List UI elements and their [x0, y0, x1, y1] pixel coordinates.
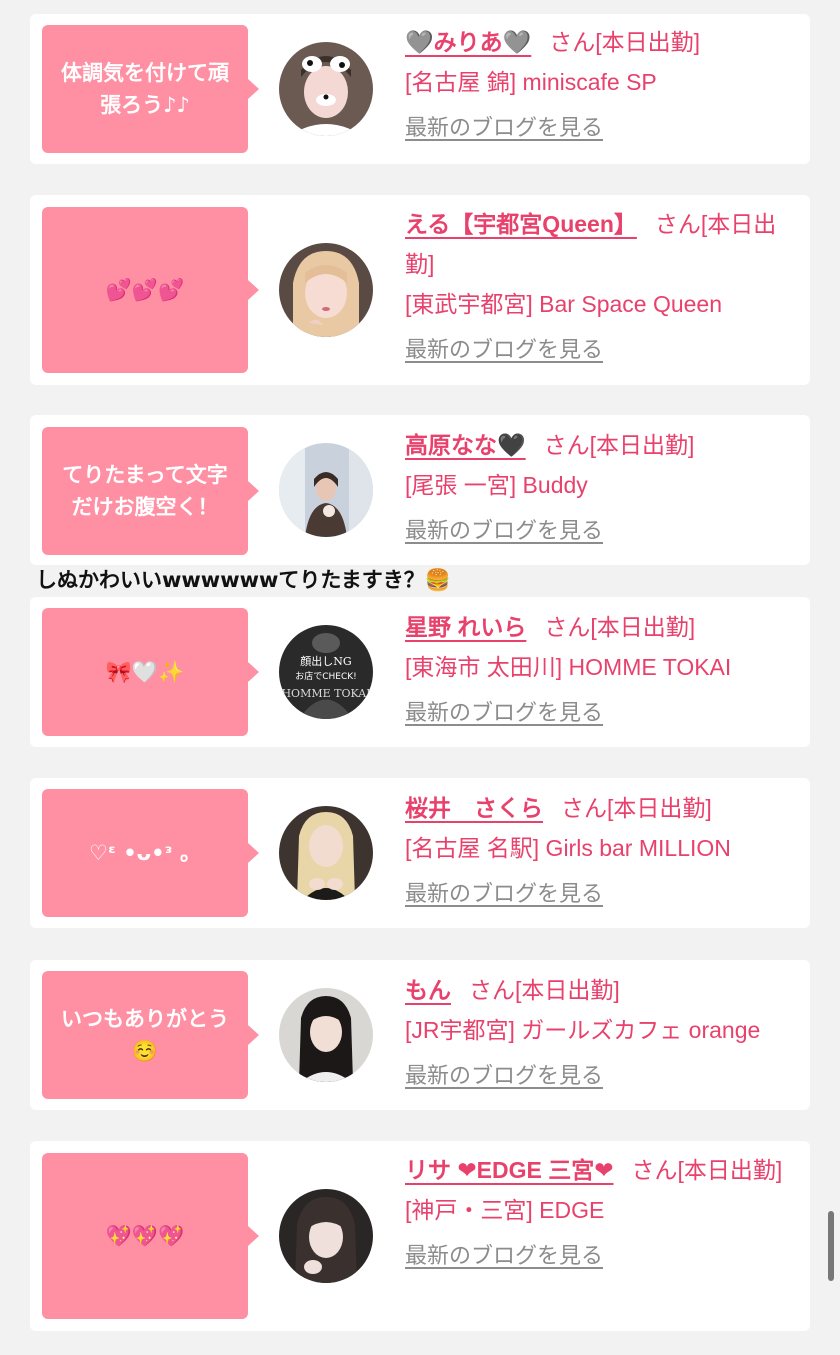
user-info: 🩶みりあ🩶 さん[本日出勤] [名古屋 錦] miniscafe SP 最新のブロ… — [405, 22, 797, 148]
blog-link[interactable]: 最新のブログを見る — [405, 1056, 603, 1096]
avatar[interactable] — [279, 243, 373, 337]
attendance-label: さん[本日出勤] — [631, 1157, 783, 1183]
avatar-photo-icon — [279, 1189, 373, 1283]
user-card: いつもありがとう☺️ もん さん[本日出勤] [JR宇都宮] ガールズカフェ or… — [30, 960, 810, 1110]
svg-text:顔出しNG: 顔出しNG — [300, 654, 351, 668]
avatar-photo-icon — [279, 806, 373, 900]
user-card: てりたまって文字だけお腹空く！ 高原なな🖤 さん[本日出勤] [尾張 一宮] Bu… — [30, 415, 810, 565]
blog-link[interactable]: 最新のブログを見る — [405, 330, 603, 370]
avatar[interactable] — [279, 988, 373, 1082]
shop-label: [神戸・三宮] EDGE — [405, 1197, 605, 1223]
user-name-link[interactable]: 星野 れいら — [405, 614, 526, 640]
user-info: もん さん[本日出勤] [JR宇都宮] ガールズカフェ orange 最新のブログ… — [405, 970, 797, 1096]
shop-label: [尾張 一宮] Buddy — [405, 472, 588, 498]
attendance-label: さん[本日出勤] — [543, 432, 695, 458]
shop-label: [JR宇都宮] ガールズカフェ orange — [405, 1017, 761, 1043]
name-row: もん さん[本日出勤] — [405, 970, 797, 1010]
avatar[interactable] — [279, 443, 373, 537]
attendance-label: さん[本日出勤] — [561, 795, 712, 821]
avatar-photo-icon — [279, 42, 373, 136]
user-card: 体調気を付けて頑張ろう♪♪ 🩶みりあ🩶 さん[本日出勤] [名古屋 錦] mini… — [30, 14, 810, 164]
blog-link[interactable]: 最新のブログを見る — [405, 511, 603, 551]
scrollbar[interactable] — [828, 1211, 834, 1281]
overlay-comment: しぬかわいいwwwwwwてりたますき？🍔 — [36, 568, 451, 592]
user-name-link[interactable]: 🩶みりあ🩶 — [405, 29, 531, 55]
avatar-photo-icon — [279, 988, 373, 1082]
avatar[interactable] — [279, 1189, 373, 1283]
name-row: 星野 れいら さん[本日出勤] — [405, 607, 797, 647]
user-name-link[interactable]: リサ ❤EDGE 三宮❤ — [405, 1157, 614, 1183]
name-row: 🩶みりあ🩶 さん[本日出勤] — [405, 22, 797, 62]
svg-text:HOMME TOKAI: HOMME TOKAI — [281, 687, 370, 700]
avatar[interactable] — [279, 42, 373, 136]
user-info: 高原なな🖤 さん[本日出勤] [尾張 一宮] Buddy 最新のブログを見る — [405, 425, 797, 551]
name-row: リサ ❤EDGE 三宮❤ さん[本日出勤] — [405, 1150, 797, 1190]
shop-label: [名古屋 名駅] Girls bar MILLION — [405, 835, 731, 861]
shop-label: [東海市 太田川] HOMME TOKAI — [405, 654, 732, 680]
message-bubble: 🎀🤍✨ — [42, 608, 259, 736]
avatar[interactable] — [279, 806, 373, 900]
avatar-photo-icon — [279, 443, 373, 537]
name-row: 桜井 さくら さん[本日出勤] — [405, 788, 797, 828]
avatar[interactable]: 顔出しNG お店でCHECK! HOMME TOKAI — [279, 625, 373, 719]
user-info: える【宇都宮Queen】 さん[本日出勤] [東武宇都宮] Bar Space Q… — [405, 204, 797, 370]
message-bubble: 体調気を付けて頑張ろう♪♪ — [42, 25, 259, 153]
user-info: 星野 れいら さん[本日出勤] [東海市 太田川] HOMME TOKAI 最新の… — [405, 607, 797, 733]
user-info: 桜井 さくら さん[本日出勤] [名古屋 名駅] Girls bar MILLIO… — [405, 788, 797, 914]
message-bubble: 💕💕💕 — [42, 207, 259, 373]
user-card: 💕💕💕 える【宇都宮Queen】 さん[本日出勤] [東武宇都宮] Bar Spa… — [30, 195, 810, 385]
avatar-photo-icon: 顔出しNG お店でCHECK! HOMME TOKAI — [279, 625, 373, 719]
message-bubble: てりたまって文字だけお腹空く！ — [42, 427, 259, 555]
message-bubble: いつもありがとう☺️ — [42, 971, 259, 1099]
user-card: ♡ᵋ •ᴗ•ᵌ 。 桜井 さくら さん[本日出勤] [名古屋 名駅] Girls … — [30, 778, 810, 928]
attendance-label: さん[本日出勤] — [544, 614, 696, 640]
attendance-label: さん[本日出勤] — [549, 29, 701, 55]
blog-link[interactable]: 最新のブログを見る — [405, 1236, 603, 1276]
attendance-label: さん[本日出勤] — [469, 977, 620, 1003]
user-card: 🎀🤍✨ 顔出しNG お店でCHECK! HOMME TOKAI 星野 れいら さん… — [30, 597, 810, 747]
name-row: える【宇都宮Queen】 さん[本日出勤] — [405, 204, 797, 284]
user-card: 💖💖💖 リサ ❤EDGE 三宮❤ さん[本日出勤] [神戸・三宮] EDGE 最新… — [30, 1141, 810, 1331]
user-name-link[interactable]: もん — [405, 977, 451, 1003]
user-info: リサ ❤EDGE 三宮❤ さん[本日出勤] [神戸・三宮] EDGE 最新のブログ… — [405, 1150, 797, 1276]
user-name-link[interactable]: 高原なな🖤 — [405, 432, 526, 458]
blog-link[interactable]: 最新のブログを見る — [405, 108, 603, 148]
blog-link[interactable]: 最新のブログを見る — [405, 693, 603, 733]
user-name-link[interactable]: 桜井 さくら — [405, 795, 543, 821]
user-name-link[interactable]: える【宇都宮Queen】 — [405, 211, 637, 237]
shop-label: [東武宇都宮] Bar Space Queen — [405, 291, 723, 317]
avatar-photo-icon — [279, 243, 373, 337]
shop-label: [名古屋 錦] miniscafe SP — [405, 69, 657, 95]
message-bubble: ♡ᵋ •ᴗ•ᵌ 。 — [42, 789, 259, 917]
message-bubble: 💖💖💖 — [42, 1153, 259, 1319]
svg-text:お店でCHECK!: お店でCHECK! — [295, 670, 357, 682]
name-row: 高原なな🖤 さん[本日出勤] — [405, 425, 797, 465]
blog-link[interactable]: 最新のブログを見る — [405, 874, 603, 914]
